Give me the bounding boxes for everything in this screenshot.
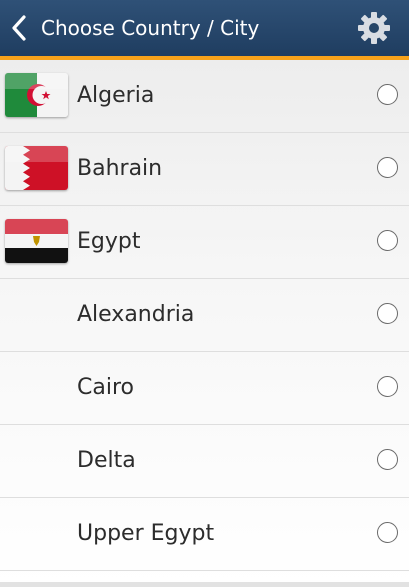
list-item-label: Delta xyxy=(77,448,136,473)
list-item-algeria[interactable]: Algeria xyxy=(0,60,409,133)
settings-button[interactable] xyxy=(353,8,395,48)
radio-button[interactable] xyxy=(377,230,398,251)
list-item-label: Bahrain xyxy=(77,156,163,181)
list-item-label: Alexandria xyxy=(77,302,195,327)
radio-button[interactable] xyxy=(377,376,398,397)
radio-button[interactable] xyxy=(377,449,398,470)
list-item-label: Egypt xyxy=(77,229,141,254)
back-button[interactable] xyxy=(4,8,34,48)
egypt-flag-icon xyxy=(5,219,68,263)
chevron-left-icon xyxy=(12,15,26,41)
list-item-label: Algeria xyxy=(77,83,155,108)
list-item-cairo[interactable]: Cairo xyxy=(0,352,409,425)
radio-button[interactable] xyxy=(377,84,398,105)
radio-button[interactable] xyxy=(377,522,398,543)
page-title: Choose Country / City xyxy=(41,16,260,40)
gear-icon xyxy=(358,12,390,44)
list-item-delta[interactable]: Delta xyxy=(0,425,409,498)
bahrain-flag-icon xyxy=(5,146,68,190)
list-item-label: Cairo xyxy=(77,375,134,400)
country-city-list: Algeria Bahrain Egypt Alexandria Cairo D… xyxy=(0,60,409,587)
list-item-alexandria[interactable]: Alexandria xyxy=(0,279,409,352)
radio-button[interactable] xyxy=(377,303,398,324)
algeria-flag-icon xyxy=(5,73,68,117)
list-item-upper-egypt[interactable]: Upper Egypt xyxy=(0,498,409,571)
bottom-divider xyxy=(0,582,409,587)
radio-button[interactable] xyxy=(377,157,398,178)
list-item-egypt[interactable]: Egypt xyxy=(0,206,409,279)
list-item-label: Upper Egypt xyxy=(77,521,215,546)
app-header: Choose Country / City xyxy=(0,0,409,56)
list-item-bahrain[interactable]: Bahrain xyxy=(0,133,409,206)
